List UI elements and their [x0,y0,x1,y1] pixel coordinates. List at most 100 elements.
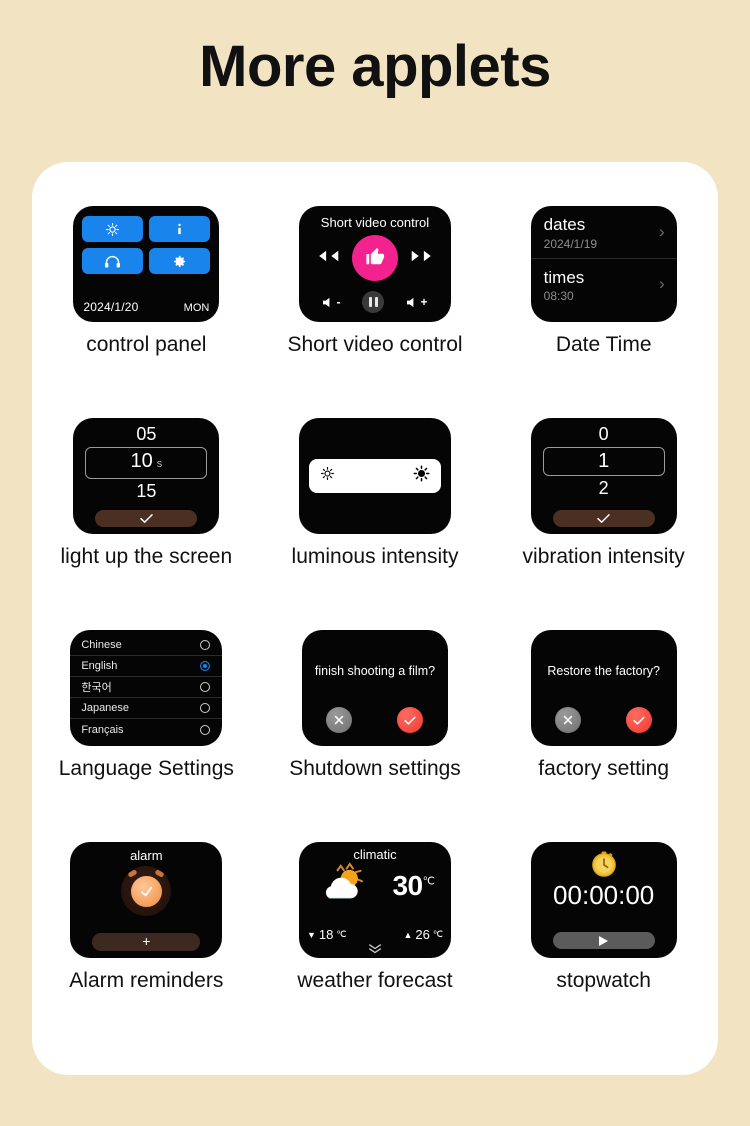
control-panel-screen[interactable]: 2024/1/20 MON [73,206,220,322]
picker-option-selected[interactable]: 1 [542,447,665,476]
applet-caption: stopwatch [556,969,651,992]
check-icon [597,514,610,523]
alarm-clock-icon [121,866,172,916]
bluetooth-headphones-button[interactable] [82,248,144,274]
radio-selected-icon[interactable] [200,661,211,671]
language-option[interactable]: Chinese [70,635,223,656]
applet-control-panel[interactable]: 2024/1/20 MON control panel [32,206,261,418]
chevron-right-icon: › [658,221,665,241]
language-option[interactable]: English [70,656,223,677]
radio-icon[interactable] [200,703,211,713]
check-icon [633,716,645,725]
gear-icon [172,254,187,269]
light-up-screen-picker[interactable]: 05 10 s 15 [73,418,220,534]
applet-language-settings[interactable]: Chinese English 한국어 Japanese Français La… [32,630,261,842]
add-alarm-button[interactable]: + [92,933,201,951]
weather-high-unit: ℃ [432,929,443,939]
picker-option[interactable]: 15 [73,481,219,502]
short-video-screen[interactable]: Short video control - + [298,206,451,322]
confirm-button[interactable] [552,510,655,527]
confirm-button[interactable] [397,707,424,733]
applet-alarm-reminders[interactable]: alarm + Alarm reminders [32,842,261,1054]
applet-vibration-intensity[interactable]: 0 1 2 vibration intensity [489,418,718,630]
applet-short-video-control[interactable]: Short video control - + Short video cont… [261,206,490,418]
brightness-button[interactable] [82,216,144,242]
confirm-button[interactable] [95,510,198,527]
radio-icon[interactable] [200,682,211,692]
language-option[interactable]: Français [70,719,222,740]
alarm-bell-left [127,869,138,878]
stopwatch-icon [531,842,677,878]
luminous-intensity-screen[interactable] [298,418,451,534]
alarm-bell-right [154,869,165,878]
language-option[interactable]: 한국어 [70,677,223,698]
applet-shutdown-settings[interactable]: finish shooting a film? Shutdown setting… [261,630,490,842]
applet-caption: Short video control [287,333,463,356]
date-time-screen[interactable]: dates 2024/1/19 › times 08:30 › [530,206,677,322]
short-video-title: Short video control [320,215,430,230]
dialog-question: finish shooting a film? [314,664,436,678]
factory-reset-dialog-screen[interactable]: Restore the factory? [530,630,677,746]
applet-light-up-screen[interactable]: 05 10 s 15 light up the screen [32,418,261,630]
date-row[interactable]: dates 2024/1/19 › [531,206,677,258]
vibration-picker[interactable]: 0 1 2 [531,418,677,499]
stopwatch-screen[interactable]: 00:00:00 [530,842,677,958]
weather-range: ▼ 18 ℃ ▲ 26 ℃ [307,927,443,942]
fast-forward-icon[interactable] [410,249,436,268]
picker-option[interactable]: 2 [531,478,677,499]
start-button[interactable] [552,932,655,949]
vibration-intensity-picker[interactable]: 0 1 2 [530,418,677,534]
picker-option-selected[interactable]: 10 s [85,447,208,479]
date-label: dates [543,215,586,234]
applet-caption: light up the screen [60,545,233,568]
thumbs-up-button[interactable] [351,235,398,281]
radio-icon[interactable] [200,724,211,735]
duration-picker[interactable]: 05 10 s 15 [73,418,219,502]
volume-down-label: - [336,295,341,309]
time-row[interactable]: times 08:30 › [530,257,677,311]
arrow-down-icon: ▼ [306,929,316,940]
picker-option[interactable]: 0 [531,424,677,445]
short-video-bottom-bar: - + [299,291,451,313]
rewind-icon[interactable] [314,249,340,268]
sun-high-icon [413,465,430,487]
page-root: More applets 2024/1/20 MON control panel… [0,0,750,1126]
dialog-buttons [302,707,448,733]
applet-caption: weather forecast [297,969,453,992]
applet-factory-setting[interactable]: Restore the factory? factory setting [489,630,718,842]
sun-low-icon [320,466,335,486]
close-icon [335,715,344,725]
applet-weather-forecast[interactable]: climatic 30℃ ▼ 18 ℃ ▲ 26 ℃ weather forec… [261,842,490,1054]
applet-date-time[interactable]: dates 2024/1/19 › times 08:30 › Date Tim… [489,206,718,418]
volume-up-button[interactable]: + [406,295,427,309]
applet-caption: factory setting [538,757,670,780]
alarm-screen[interactable]: alarm + [70,842,223,958]
applet-caption: luminous intensity [291,545,459,568]
volume-down-button[interactable]: - [322,295,340,309]
settings-button[interactable] [149,248,211,274]
sun-behind-cloud-icon [315,861,371,910]
picker-option[interactable]: 05 [73,424,219,445]
shutdown-dialog-screen[interactable]: finish shooting a film? [301,630,448,746]
confirm-button[interactable] [626,707,653,733]
weather-high-value: 26 [415,927,430,942]
pause-button[interactable] [362,291,385,313]
weather-current: 30℃ [299,861,451,910]
radio-icon[interactable] [200,640,211,650]
applet-luminous-intensity[interactable]: luminous intensity [261,418,490,630]
applets-panel: 2024/1/20 MON control panel Short video … [32,162,718,1075]
page-title: More applets [199,34,551,99]
chevron-double-down-icon[interactable] [299,943,451,956]
cancel-button[interactable] [326,707,353,733]
volume-up-icon [407,297,414,307]
language-option[interactable]: Japanese [70,698,223,719]
brightness-slider[interactable] [308,459,441,493]
language-label: Français [81,723,124,736]
cancel-button[interactable] [555,707,582,733]
language-settings-screen[interactable]: Chinese English 한국어 Japanese Français [70,630,223,746]
weather-high: ▲ 26 ℃ [403,927,443,942]
info-button[interactable] [149,216,211,242]
weather-screen[interactable]: climatic 30℃ ▼ 18 ℃ ▲ 26 ℃ [298,842,451,958]
applet-stopwatch[interactable]: 00:00:00 stopwatch [489,842,718,1054]
applet-caption: vibration intensity [522,545,685,568]
